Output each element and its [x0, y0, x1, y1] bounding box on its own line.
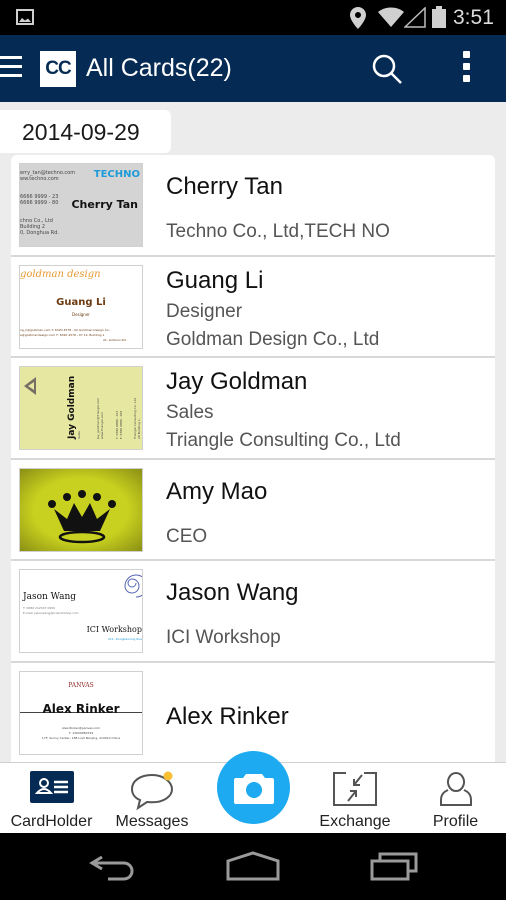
thumb-text: ng_li@goldman.com T: 6320 4578 - 02 Gold…: [20, 327, 111, 332]
contact-title: Designer: [166, 300, 243, 322]
gallery-icon: [16, 9, 34, 25]
thumb-text: 17F, Sunny Center, 188 Luxt Nanjing, 210…: [41, 735, 121, 740]
contact-name: Cherry Tan: [166, 173, 283, 200]
thumb-name: Alex Rinker: [42, 701, 120, 716]
status-bar: 3:51: [0, 0, 506, 35]
thumb-text: T: 13009080729: [68, 730, 94, 735]
tab-label: Messages: [115, 813, 189, 830]
contact-name: Alex Rinker: [166, 702, 289, 730]
overflow-menu-icon[interactable]: [458, 51, 474, 85]
recent-apps-icon[interactable]: [370, 851, 420, 881]
thumb-text: 6666 9999 - 80: [20, 200, 59, 206]
card-list-item[interactable]: PANVAS Alex Rinker Alex.Rinker@panvas.co…: [11, 663, 495, 763]
spiral-logo-icon: [124, 574, 142, 598]
card-list: TECHNO erry_tan@techno.com ww.techno.com…: [11, 155, 495, 762]
location-icon: [350, 7, 366, 29]
tab-messages[interactable]: Messages: [103, 763, 201, 834]
battery-icon: [432, 6, 446, 28]
profile-icon: [439, 772, 472, 806]
thumb-text: Sales: [77, 431, 81, 439]
signal-icon: [404, 7, 426, 28]
card-list-item[interactable]: Jason Wang T: 0086 212347 0950 E-mail: j…: [11, 561, 495, 663]
card-thumbnail: Jason Wang T: 0086 212347 0950 E-mail: j…: [19, 569, 143, 653]
card-list-item[interactable]: Amy Mao CEO: [11, 460, 495, 561]
contact-title: CEO: [166, 525, 208, 547]
thumb-brand: TECHNO: [93, 169, 140, 180]
card-holder-icon: [29, 771, 74, 803]
camera-icon: [234, 774, 274, 804]
thumb-name: Guang Li: [56, 296, 106, 308]
card-list-container[interactable]: 2014-09-29 TECHNO erry_tan@techno.com ww…: [0, 102, 506, 762]
page-title: All Cards(22): [86, 54, 232, 82]
tab-profile[interactable]: Profile: [405, 763, 506, 834]
thumb-text: 21, Linfenlu Rd.: [103, 337, 127, 342]
triangle-logo-icon: [24, 377, 36, 395]
tab-label: Profile: [432, 813, 479, 830]
status-time: 3:51: [453, 6, 494, 29]
contact-name: Jason Wang: [166, 579, 299, 606]
system-nav-bar: [0, 833, 506, 900]
home-icon[interactable]: [226, 851, 280, 881]
contact-company: Triangle Consulting Co., Ltd: [166, 430, 401, 451]
thumb-name: Jason Wang: [23, 592, 77, 602]
card-thumbnail: goldman design Guang Li Designer ng_li@g…: [19, 264, 143, 349]
tab-cardholder[interactable]: CardHolder: [0, 763, 103, 834]
contact-title: Sales: [166, 402, 214, 423]
thumb-brand: goldman design: [20, 268, 101, 280]
card-thumbnail: PANVAS Alex Rinker Alex.Rinker@panvas.co…: [19, 670, 143, 755]
tab-label: CardHolder: [10, 813, 93, 830]
card-thumbnail: TECHNO erry_tan@techno.com ww.techno.com…: [19, 163, 143, 247]
card-thumbnail: [19, 467, 143, 552]
contact-name: Amy Mao: [166, 477, 268, 505]
contact-company: Techno Co., Ltd,TECH NO: [166, 221, 390, 242]
tab-exchange[interactable]: Exchange: [305, 763, 405, 834]
thumb-text: F: 6780 0889 - 007: [119, 410, 123, 439]
thumb-text: e@goldmandesign.com F: 6320 4578 - 07 12…: [20, 332, 105, 337]
thumb-text: 0, Donghua Rd.: [20, 230, 59, 236]
crown-icon: [48, 489, 116, 543]
card-list-item[interactable]: TECHNO erry_tan@techno.com ww.techno.com…: [11, 155, 495, 257]
card-list-item[interactable]: goldman design Guang Li Designer ng_li@g…: [11, 257, 495, 358]
scan-card-button[interactable]: [217, 751, 290, 824]
thumb-address: 211, Dongbaoxing Roa: [107, 637, 142, 641]
wifi-icon: [378, 7, 404, 27]
contact-name: Guang Li: [166, 266, 264, 294]
tab-label: Exchange: [319, 813, 391, 830]
contact-company: Goldman Design Co., Ltd: [166, 328, 380, 350]
thumb-text: 1 Queen's Road: [141, 415, 143, 439]
card-list-item[interactable]: Jay Goldman Sales Jay_goldman@Triangle.c…: [11, 358, 495, 460]
thumb-text: ww.techno.com: [20, 176, 59, 182]
thumb-text: www.Triangle.com: [100, 411, 104, 439]
thumb-company: ICI Workshop: [86, 625, 142, 634]
thumb-name: Cherry Tan: [71, 198, 138, 211]
thumb-title: Designer: [72, 311, 90, 317]
thumb-text: Alex.Rinker@panvas.com: [61, 725, 101, 730]
app-bar: CC All Cards(22): [0, 35, 506, 102]
menu-icon[interactable]: [0, 56, 22, 78]
contact-name: Jay Goldman: [166, 368, 308, 395]
back-icon[interactable]: [88, 851, 136, 881]
message-bubble-icon: [130, 771, 174, 811]
date-header: 2014-09-29: [0, 110, 171, 153]
card-thumbnail: Jay Goldman Sales Jay_goldman@Triangle.c…: [19, 366, 143, 450]
thumb-brand: PANVAS: [68, 681, 94, 689]
contact-company: ICI Workshop: [166, 627, 281, 648]
app-logo: CC: [40, 51, 76, 87]
thumb-text: T: 0086 212347 0950: [23, 606, 56, 610]
thumb-text: E-mail: jasonwang@iciworkshop.com: [23, 611, 79, 615]
search-icon[interactable]: [370, 52, 404, 86]
exchange-icon: [333, 772, 377, 806]
thumb-name: Jay Goldman: [67, 375, 77, 439]
